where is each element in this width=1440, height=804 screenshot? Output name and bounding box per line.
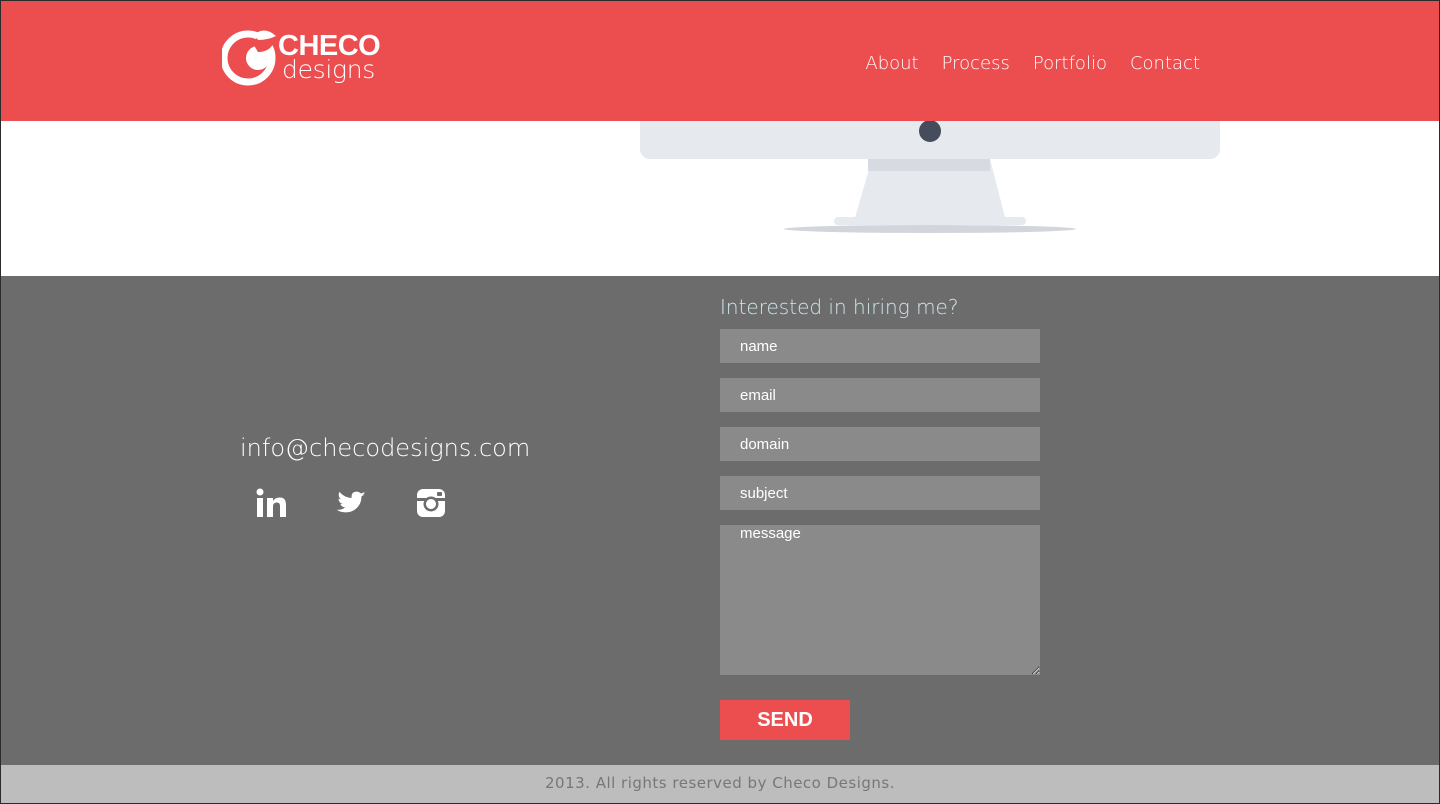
hero-section bbox=[0, 121, 1440, 276]
main-nav: About Process Portfolio Contact bbox=[865, 52, 1200, 76]
nav-contact[interactable]: Contact bbox=[1130, 52, 1200, 76]
contact-section: info@checodesigns.com Interested in hiri… bbox=[0, 276, 1440, 765]
name-input[interactable] bbox=[720, 329, 1040, 363]
send-button[interactable]: SEND bbox=[720, 700, 850, 740]
contact-email[interactable]: info@checodesigns.com bbox=[240, 433, 530, 463]
nav-portfolio[interactable]: Portfolio bbox=[1033, 52, 1107, 76]
message-textarea[interactable] bbox=[720, 525, 1040, 675]
twitter-icon[interactable] bbox=[335, 487, 367, 519]
logo[interactable]: CHECO designs bbox=[222, 28, 392, 86]
social-links bbox=[255, 487, 447, 519]
email-input[interactable] bbox=[720, 378, 1040, 412]
logo-mark-icon bbox=[222, 30, 276, 86]
linkedin-icon[interactable] bbox=[255, 487, 287, 519]
nav-about[interactable]: About bbox=[865, 52, 918, 76]
copyright-footer: 2013. All rights reserved by Checo Desig… bbox=[0, 765, 1440, 804]
contact-form-title: Interested in hiring me? bbox=[720, 295, 959, 319]
monitor-illustration bbox=[640, 121, 1220, 233]
logo-subtitle: designs bbox=[282, 55, 375, 84]
site-header: CHECO designs About Process Portfolio Co… bbox=[0, 0, 1440, 121]
domain-input[interactable] bbox=[720, 427, 1040, 461]
subject-input[interactable] bbox=[720, 476, 1040, 510]
nav-process[interactable]: Process bbox=[942, 52, 1010, 76]
instagram-icon[interactable] bbox=[415, 487, 447, 519]
